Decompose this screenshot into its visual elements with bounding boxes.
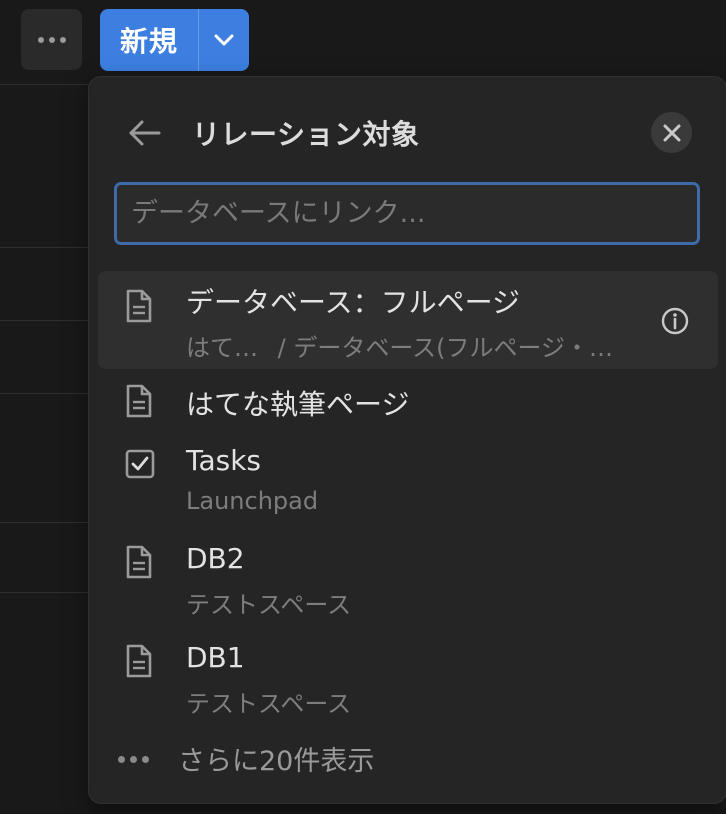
- more-horizontal-icon: [37, 36, 44, 43]
- item-title: DB1: [186, 641, 245, 674]
- info-icon[interactable]: [660, 306, 690, 336]
- back-button[interactable]: [125, 117, 165, 149]
- more-options-button[interactable]: [21, 9, 82, 70]
- row-divider: [0, 84, 95, 85]
- close-icon: [663, 124, 680, 141]
- item-subtitle-path: / データベース(フルページ・…: [277, 334, 614, 362]
- relation-target-popover: リレーション対象 データベース：フルページ はて… / データベース(フルページ…: [89, 77, 726, 803]
- item-subtitle-prefix: はて…: [186, 334, 258, 362]
- row-divider: [0, 592, 95, 593]
- database-search-input[interactable]: [114, 182, 700, 245]
- close-button[interactable]: [651, 112, 692, 153]
- page-icon: [126, 545, 152, 579]
- list-item-hatena-page[interactable]: はてな執筆ページ: [98, 373, 718, 429]
- row-divider: [0, 393, 95, 394]
- item-title: データベース：フルページ: [186, 286, 521, 319]
- new-dropdown-button[interactable]: [199, 9, 249, 71]
- show-more-button[interactable]: さらに20件表示: [118, 737, 518, 777]
- list-item-db1[interactable]: DB1 テストスペース: [98, 633, 718, 721]
- popover-header: リレーション対象: [89, 107, 726, 159]
- arrow-left-icon: [129, 120, 161, 146]
- page-icon: [126, 644, 152, 678]
- item-subtitle: テストスペース: [186, 591, 352, 619]
- more-dot: [59, 36, 66, 43]
- page-icon: [126, 289, 152, 323]
- item-title: はてな執筆ページ: [186, 388, 410, 421]
- page-icon: [126, 384, 152, 418]
- show-more-label: さらに20件表示: [178, 746, 375, 777]
- new-button-group: 新規: [100, 9, 249, 71]
- item-subtitle: Launchpad: [186, 487, 319, 515]
- new-button[interactable]: 新規: [100, 9, 198, 71]
- row-divider: [0, 320, 95, 321]
- item-title: DB2: [186, 542, 245, 575]
- more-dot: [130, 756, 137, 763]
- row-divider: [0, 247, 95, 248]
- item-subtitle: テストスペース: [186, 690, 352, 718]
- chevron-down-icon: [214, 34, 234, 46]
- more-horizontal-icon: [118, 756, 149, 763]
- more-dot: [118, 756, 125, 763]
- row-divider: [0, 522, 95, 523]
- app-stage: 新規 リレーション対象 データベースにリンク... データベース：フルページ は…: [0, 0, 726, 814]
- checkbox-icon: [125, 449, 155, 479]
- item-title: Tasks: [186, 444, 262, 477]
- list-item-database-fullpage[interactable]: データベース：フルページ はて… / データベース(フルページ・…: [98, 271, 718, 369]
- popover-title: リレーション対象: [192, 118, 420, 151]
- more-dot: [142, 756, 149, 763]
- list-item-tasks[interactable]: Tasks Launchpad: [98, 434, 718, 522]
- list-item-db2[interactable]: DB2 テストスペース: [98, 534, 718, 622]
- item-subtitle: はて… / データベース(フルページ・…: [186, 328, 613, 363]
- more-dot: [48, 36, 55, 43]
